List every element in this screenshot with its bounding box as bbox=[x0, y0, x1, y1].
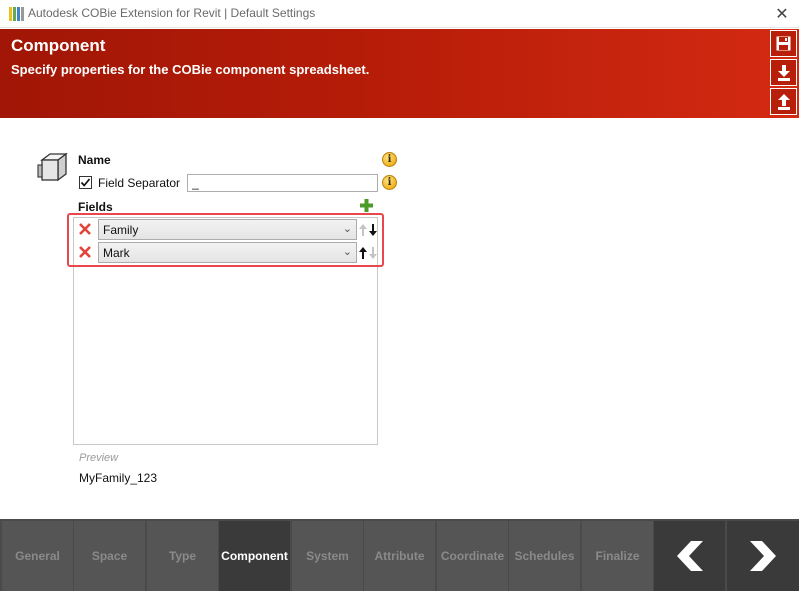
tab-component[interactable]: Component bbox=[219, 521, 290, 591]
page-subtitle: Specify properties for the COBie compone… bbox=[11, 62, 370, 77]
preview-value: MyFamily_123 bbox=[79, 471, 158, 485]
tab-type[interactable]: Type bbox=[147, 521, 218, 591]
tab-coordinate[interactable]: Coordinate bbox=[437, 521, 508, 591]
tab-schedules[interactable]: Schedules bbox=[509, 521, 580, 591]
name-info-icon[interactable]: i bbox=[382, 152, 397, 167]
title-bar: Autodesk COBie Extension for Revit | Def… bbox=[0, 0, 799, 28]
tab-system[interactable]: System bbox=[292, 521, 363, 591]
fields-label: Fields bbox=[78, 200, 113, 214]
upload-icon bbox=[777, 93, 790, 110]
header-banner: Component Specify properties for the COB… bbox=[0, 29, 799, 118]
tab-attribute[interactable]: Attribute bbox=[364, 521, 435, 591]
tab-finalize[interactable]: Finalize bbox=[582, 521, 653, 591]
field-separator-label: Field Separator bbox=[98, 176, 181, 190]
highlight-box bbox=[67, 213, 384, 267]
import-button[interactable] bbox=[770, 59, 797, 86]
close-button[interactable]: ✕ bbox=[765, 0, 799, 28]
next-button[interactable] bbox=[727, 521, 799, 591]
plus-icon bbox=[360, 199, 373, 212]
page-title: Component bbox=[11, 36, 106, 55]
field-separator-input[interactable] bbox=[187, 174, 378, 192]
tab-bar: General Space Type Component System Attr… bbox=[0, 519, 799, 591]
back-button[interactable] bbox=[654, 521, 725, 591]
preview-label: Preview bbox=[79, 452, 119, 464]
save-button[interactable] bbox=[770, 30, 797, 57]
tab-general[interactable]: General bbox=[2, 521, 73, 591]
download-icon bbox=[777, 64, 790, 81]
chevron-right-icon bbox=[750, 541, 776, 571]
export-button[interactable] bbox=[770, 88, 797, 115]
separator-info-icon[interactable]: i bbox=[382, 175, 397, 190]
component-icon bbox=[36, 152, 68, 184]
chevron-left-icon bbox=[676, 541, 703, 571]
app-icon bbox=[9, 7, 24, 21]
window-title: Autodesk COBie Extension for Revit | Def… bbox=[28, 6, 316, 20]
close-icon: ✕ bbox=[775, 6, 789, 23]
field-separator-checkbox[interactable] bbox=[79, 176, 92, 189]
tab-space[interactable]: Space bbox=[74, 521, 145, 591]
save-icon bbox=[776, 36, 791, 51]
name-label: Name bbox=[78, 153, 111, 167]
add-field-button[interactable] bbox=[360, 199, 373, 212]
checkmark-icon bbox=[80, 178, 91, 187]
